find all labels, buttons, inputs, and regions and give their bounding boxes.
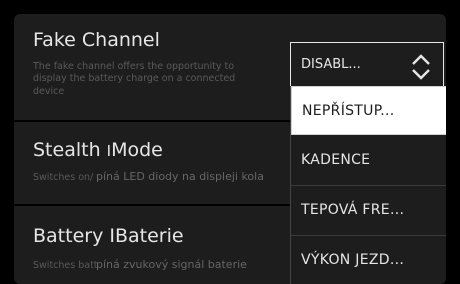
battery-title-part-1: Battery (33, 225, 110, 247)
fake-channel-select-value: DISABL... (301, 57, 361, 72)
fake-channel-description-line-1: The fake channel offers the opportunity … (33, 61, 235, 72)
battery-description-prefix: Switches batt (33, 260, 98, 271)
stealth-mode-title-part-1: Stealth (33, 139, 107, 161)
fake-channel-title: Fake Channel (33, 29, 160, 51)
fake-channel-select[interactable]: DISABL... (290, 42, 444, 92)
dropdown-option-nepristupny[interactable]: NEPŘÍSTUP... (291, 86, 446, 135)
stealth-mode-title-part-2: Mode (111, 139, 163, 161)
fake-channel-description-line-2: display the battery charge on a connecte… (33, 73, 236, 84)
dropdown-option-kadence[interactable]: KADENCE (291, 136, 446, 185)
battery-title: Battery IBaterie (33, 225, 184, 247)
screen: Fake Channel The fake channel offers the… (0, 0, 460, 284)
dropdown-option-tepova-frekvence[interactable]: TEPOVÁ FRE... (291, 186, 446, 235)
stealth-mode-description-prefix: Switches on/ (33, 172, 94, 183)
settings-panel: Fake Channel The fake channel offers the… (14, 14, 446, 284)
battery-title-part-2: IBaterie (109, 225, 184, 247)
battery-description-overlay: píná zvukový signál baterie (96, 258, 247, 271)
dropdown-option-vykon-jezdce[interactable]: VÝKON JEZD... (291, 236, 446, 284)
chevron-up-down-icon (412, 54, 430, 80)
fake-channel-description-line-3: device (33, 86, 65, 97)
fake-channel-dropdown-menu: NEPŘÍSTUP... KADENCE TEPOVÁ FRE... VÝKON… (290, 86, 446, 284)
stealth-mode-description-overlay: píná LED diody na displeji kola (96, 170, 264, 183)
stealth-mode-title: Stealth IMode (33, 139, 163, 161)
